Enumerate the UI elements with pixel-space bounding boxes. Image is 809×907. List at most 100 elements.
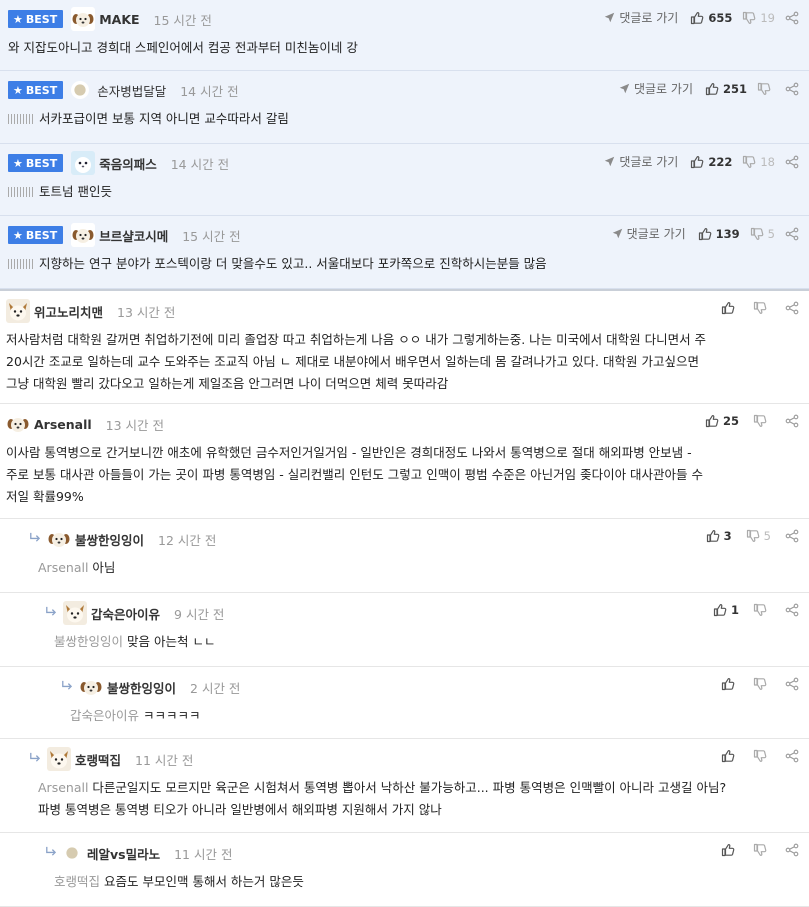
avatar[interactable] <box>63 844 81 862</box>
go-to-comment-link[interactable]: 댓글로 가기 <box>612 225 686 242</box>
share-icon[interactable] <box>785 603 799 617</box>
share-icon[interactable] <box>785 749 799 763</box>
avatar[interactable] <box>79 675 103 699</box>
like-button[interactable]: 655 <box>690 11 732 25</box>
avatar[interactable] <box>71 81 89 99</box>
share-icon[interactable] <box>785 82 799 96</box>
like-button[interactable] <box>721 843 739 857</box>
comment-line: 이사람 통역병으로 간거보니깐 애초에 유학했던 금수저인거일거임 - 일반인은… <box>6 442 799 464</box>
author-name[interactable]: 갑숙은아이유 <box>91 604 160 623</box>
best-comment: ★ BEST 브르샬코시메 15 시간 전 댓글로 가기 139 5 지향하는 연구 분야가 … <box>0 216 809 289</box>
avatar[interactable] <box>71 151 95 175</box>
share-icon[interactable] <box>785 529 799 543</box>
author-name[interactable]: 레알vs밀라노 <box>87 844 160 863</box>
like-button[interactable]: 25 <box>705 414 739 428</box>
comment-text: 저일 확률99% <box>6 489 84 504</box>
dislike-count: 5 <box>763 529 771 543</box>
share-icon[interactable] <box>785 227 799 241</box>
comment-body: 불쌍한잉잉이 맞음 아는척 ㄴㄴ <box>44 631 799 653</box>
author-name[interactable]: 손자병법달달 <box>97 81 166 100</box>
dislike-button[interactable] <box>753 301 771 315</box>
comment-body: 갑숙은아이유 ㅋㅋㅋㅋㅋ <box>60 705 799 727</box>
share-icon[interactable] <box>785 11 799 25</box>
dislike-button[interactable]: 5 <box>746 529 771 543</box>
avatar[interactable] <box>63 601 87 625</box>
comment-text: 지향하는 연구 분야가 포스텍이랑 더 맞을수도 있고.. 서울대보다 포카쪽으… <box>39 256 547 271</box>
mention[interactable]: 불쌍한잉잉이 <box>54 634 123 649</box>
best-label: BEST <box>25 12 58 26</box>
avatar[interactable] <box>71 223 95 247</box>
like-count: 139 <box>715 226 740 241</box>
star-icon: ★ <box>13 156 23 170</box>
go-to-comment-link[interactable]: 댓글로 가기 <box>619 80 693 97</box>
avatar[interactable] <box>6 299 30 323</box>
comment-line: 주로 보통 대사관 아들들이 가는 곳이 파병 통역병임 - 실리컨밸리 인턴도… <box>6 464 799 486</box>
like-count: 3 <box>723 529 732 543</box>
share-icon[interactable] <box>785 301 799 315</box>
avatar[interactable] <box>47 747 71 771</box>
comment-text: 20시간 조교로 일하는데 교수 도와주는 조교직 아님 ㄴ 제대로 내분야에서… <box>6 354 699 369</box>
author-name[interactable]: 불쌍한잉잉이 <box>107 678 176 697</box>
mention[interactable]: Arsenall <box>38 780 88 795</box>
like-button[interactable]: 139 <box>698 227 740 241</box>
avatar[interactable] <box>71 7 95 31</box>
like-button[interactable] <box>721 749 739 763</box>
share-icon[interactable] <box>785 677 799 691</box>
reply-arrow-icon <box>28 531 41 548</box>
dislike-button[interactable] <box>753 677 771 691</box>
comment-line: 파병 통역병은 통역병 티오가 아니라 일반병에서 해외파병 지원해서 가지 않… <box>38 799 799 821</box>
comment-line: 불쌍한잉잉이 맞음 아는척 ㄴㄴ <box>54 631 799 653</box>
comment-text: 서카포급이면 보통 지역 아니면 교수따라서 갈림 <box>39 111 289 126</box>
comment-time: 13 시간 전 <box>105 417 165 433</box>
comment-text: 와 지잡도아니고 경희대 스페인어에서 컴공 전과부터 미친놈이네 강 <box>8 40 358 55</box>
share-icon[interactable] <box>785 414 799 428</box>
go-to-comment-link[interactable]: 댓글로 가기 <box>604 9 678 26</box>
send-icon <box>604 156 615 167</box>
dotted-bar-icon <box>8 114 34 124</box>
author-name[interactable]: 불쌍한잉잉이 <box>75 530 144 549</box>
author-name[interactable]: 브르샬코시메 <box>99 226 168 245</box>
dislike-count: 5 <box>767 226 775 241</box>
author-name[interactable]: 죽음의패스 <box>99 154 157 173</box>
comment-actions: 댓글로 가기 222 18 <box>604 153 799 170</box>
best-badge: ★ BEST <box>8 154 64 172</box>
dislike-button[interactable]: 5 <box>750 227 775 241</box>
avatar[interactable] <box>6 412 30 436</box>
go-to-comment-label: 댓글로 가기 <box>626 227 686 241</box>
comment-body: Arsenall 아님 <box>28 557 799 579</box>
like-button[interactable]: 222 <box>690 155 732 169</box>
dislike-button[interactable] <box>757 82 775 96</box>
dislike-button[interactable]: 18 <box>742 155 775 169</box>
comment: 불쌍한잉잉이 2 시간 전 갑숙은아이유 ㅋㅋㅋㅋㅋ <box>0 667 809 739</box>
comment-body: 지향하는 연구 분야가 포스텍이랑 더 맞을수도 있고.. 서울대보다 포카쪽으… <box>8 253 799 275</box>
dislike-button[interactable] <box>753 603 771 617</box>
comment: 불쌍한잉잉이 12 시간 전 3 5 Arsenall 아님 <box>0 519 809 593</box>
dislike-button[interactable] <box>753 414 771 428</box>
comment-time: 9 시간 전 <box>174 606 225 622</box>
like-button[interactable]: 251 <box>705 82 747 96</box>
mention[interactable]: 갑숙은아이유 <box>70 708 139 723</box>
like-button[interactable] <box>721 677 739 691</box>
dislike-button[interactable] <box>753 843 771 857</box>
dislike-button[interactable]: 19 <box>742 11 775 25</box>
like-button[interactable] <box>721 301 739 315</box>
mention[interactable]: 호랭떡집 <box>54 874 100 889</box>
share-icon[interactable] <box>785 155 799 169</box>
like-button[interactable]: 3 <box>706 529 732 543</box>
mention[interactable]: Arsenall <box>38 560 88 575</box>
share-icon[interactable] <box>785 843 799 857</box>
comment-actions: 댓글로 가기 139 5 <box>612 225 799 242</box>
like-button[interactable]: 1 <box>713 603 739 617</box>
dislike-button[interactable] <box>753 749 771 763</box>
send-icon <box>612 228 623 239</box>
go-to-comment-link[interactable]: 댓글로 가기 <box>604 153 678 170</box>
author-name[interactable]: MAKE <box>99 12 139 27</box>
comment-line: 갑숙은아이유 ㅋㅋㅋㅋㅋ <box>70 705 799 727</box>
author-name[interactable]: 호랭떡집 <box>75 750 121 769</box>
like-count: 1 <box>730 603 739 617</box>
best-comment: ★ BEST 죽음의패스 14 시간 전 댓글로 가기 222 18 토트넘 팬인듯 <box>0 144 809 216</box>
author-name[interactable]: Arsenall <box>34 417 92 432</box>
author-name[interactable]: 위고노리치맨 <box>34 302 103 321</box>
avatar[interactable] <box>47 527 71 551</box>
comment-time: 14 시간 전 <box>180 83 239 99</box>
